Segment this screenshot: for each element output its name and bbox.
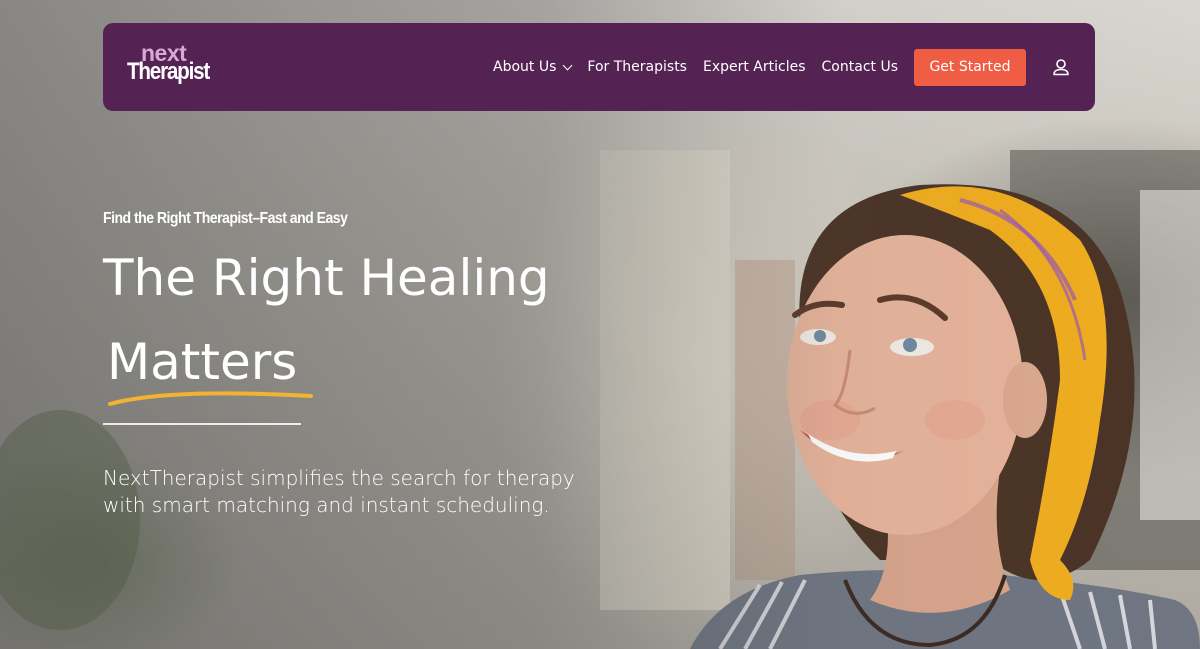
nav-expert-articles[interactable]: Expert Articles [695, 59, 814, 75]
hero-divider [103, 423, 301, 425]
nav-expert-articles-label: Expert Articles [702, 59, 806, 75]
nav-contact-us[interactable]: Contact Us [814, 59, 906, 75]
nav-about-us[interactable]: About Us [485, 59, 579, 75]
nav-for-therapists-label: For Therapists [587, 59, 687, 75]
site-logo[interactable]: next Therapist [127, 42, 217, 92]
logo-therapist-text: Therapist [127, 58, 210, 85]
underline-swoosh-decoration [108, 391, 313, 406]
get-started-button[interactable]: Get Started [914, 48, 1026, 86]
hero-headline: The Right Healing Matters [103, 236, 550, 406]
nav-about-us-label: About Us [493, 59, 557, 75]
hero-headline-line2: Matters [107, 333, 298, 391]
nav-contact-us-label: Contact Us [821, 59, 898, 75]
hero-headline-line2-wrap: Matters [107, 320, 313, 406]
user-icon[interactable] [1051, 57, 1071, 77]
hero-subcopy: NextTherapist simplifies the search for … [103, 466, 575, 517]
chevron-down-icon [562, 60, 573, 70]
hero-eyebrow: Find the Right Therapist–Fast and Easy [103, 210, 348, 227]
user-icon-glyph [1053, 59, 1069, 76]
nav-for-therapists[interactable]: For Therapists [579, 59, 695, 75]
top-navbar: next Therapist About Us For Therapists E… [103, 23, 1095, 111]
nav-links: About Us For Therapists Expert Articles … [485, 48, 1071, 86]
hero-headline-line1: The Right Healing [103, 249, 550, 307]
